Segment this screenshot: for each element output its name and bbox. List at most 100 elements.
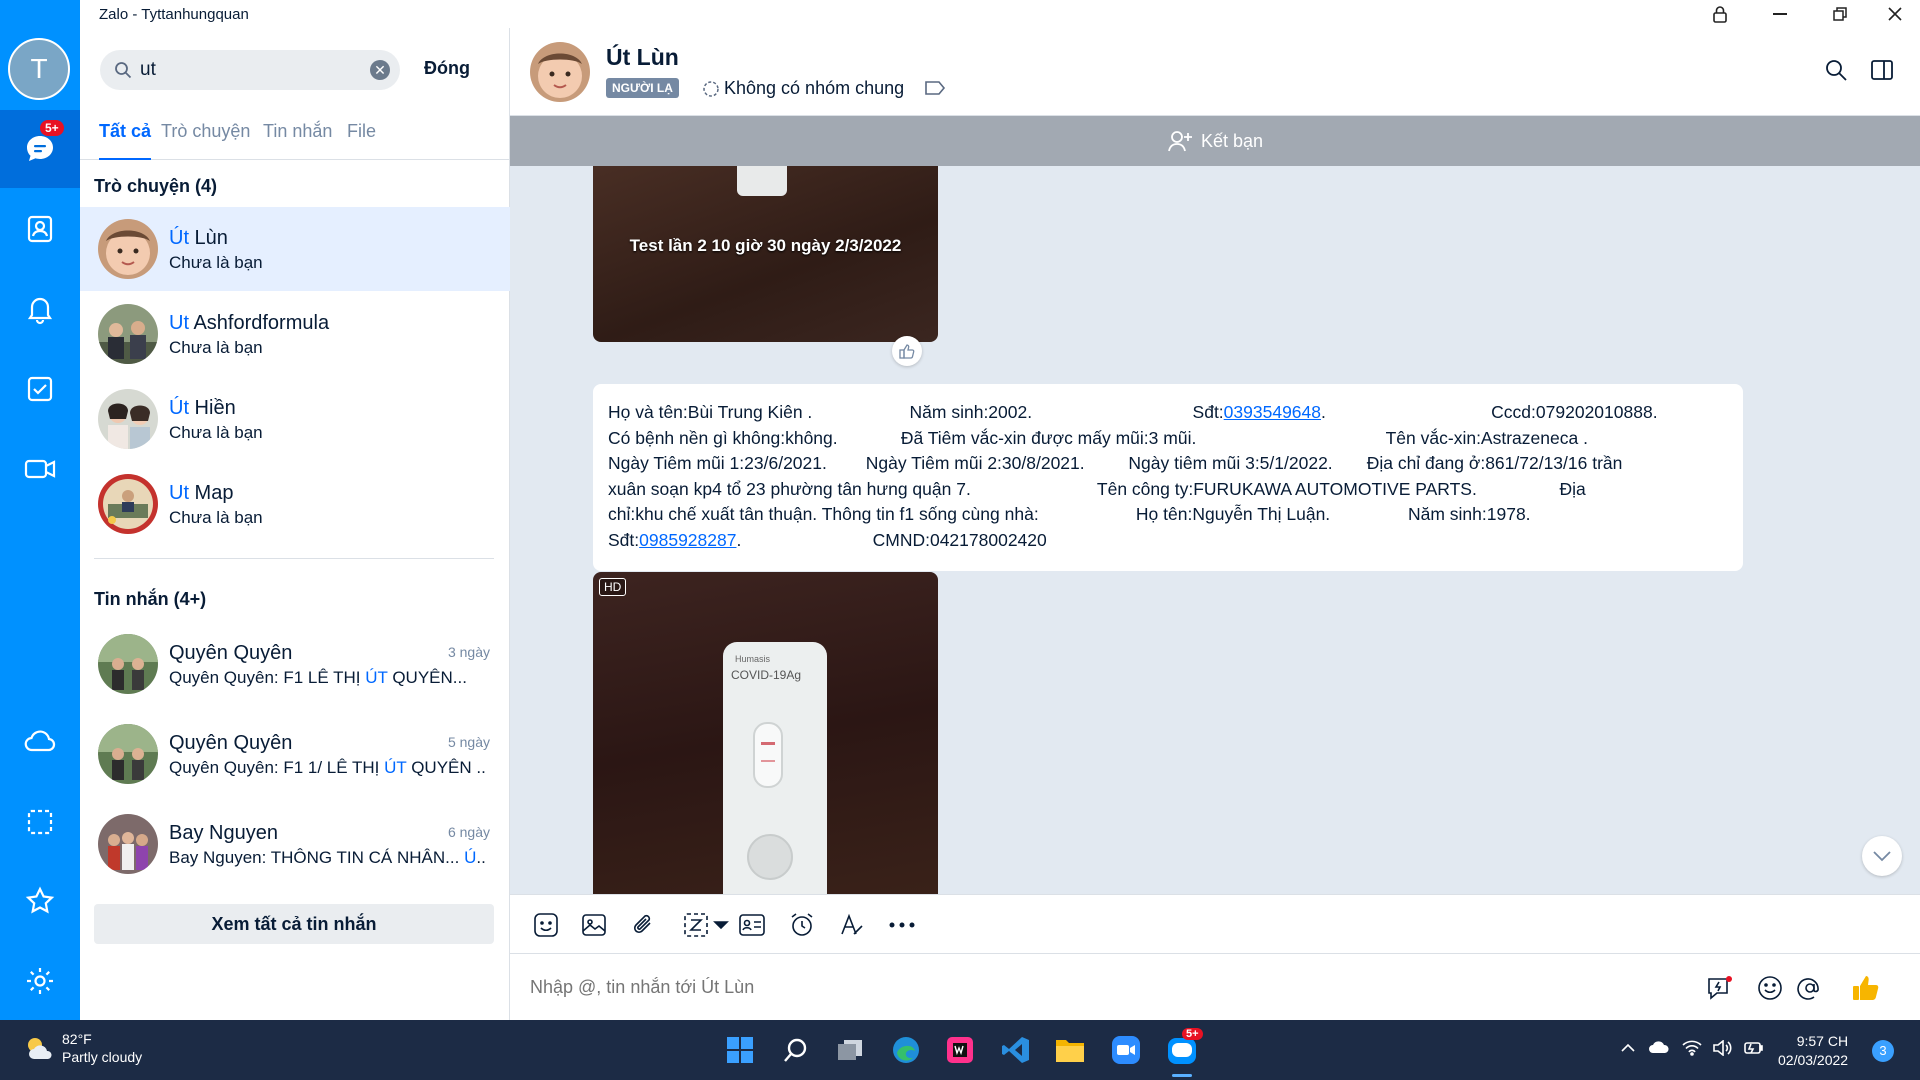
conversation-item[interactable]: Út Hiền Chưa là bạn [80, 377, 510, 461]
system-clock[interactable]: 9:57 CH 02/03/2022 [1778, 1032, 1848, 1070]
task-view-button[interactable] [830, 1030, 870, 1070]
nav-notifications[interactable] [0, 270, 80, 348]
message-time: 3 ngày [447, 644, 490, 660]
onedrive-icon[interactable] [1648, 1040, 1670, 1059]
conversation-item[interactable]: Ut Ashfordformula Chưa là bạn [80, 292, 510, 376]
nav-screenshot[interactable] [0, 783, 80, 861]
message-result-item[interactable]: Quyên Quyên 3 ngày Quyên Quyên: F1 LÊ TH… [80, 622, 510, 706]
nav-messages[interactable]: 5+ [0, 110, 80, 188]
avatar [98, 389, 158, 449]
checkbox-icon [27, 376, 53, 402]
chat-search-icon[interactable] [1824, 58, 1848, 87]
restore-button[interactable] [1817, 0, 1863, 28]
send-like-button[interactable] [1850, 972, 1882, 1004]
more-options-button[interactable] [886, 909, 918, 941]
image-message[interactable]: Test lần 2 10 giờ 30 ngày 2/3/2022 [593, 166, 938, 342]
nav-video[interactable] [0, 430, 80, 508]
cloud-icon [24, 730, 56, 752]
tab-files[interactable]: File [347, 120, 376, 160]
vscode-icon [1002, 1037, 1029, 1063]
phone-link[interactable]: 0393549648 [1224, 402, 1321, 422]
conversation-item[interactable]: Ut Map Chưa là bạn [80, 462, 510, 546]
avatar [98, 304, 158, 364]
quick-message-icon [1708, 976, 1732, 1000]
conversation-name: Út Hiền [169, 397, 236, 419]
message-input[interactable] [530, 972, 1630, 1002]
add-user-icon [1168, 131, 1192, 152]
nav-todo[interactable] [0, 350, 80, 428]
message-snippet: Quyên Quyên: F1 LÊ THỊ ÚT QUYÊN... [169, 668, 467, 687]
quick-message-button[interactable] [1704, 972, 1736, 1004]
avatar [98, 634, 158, 694]
lock-button[interactable] [1697, 0, 1743, 28]
nav-settings[interactable] [0, 942, 80, 1020]
edge-app[interactable] [886, 1030, 926, 1070]
wifi-icon[interactable] [1682, 1040, 1702, 1061]
nav-contacts[interactable] [0, 190, 80, 268]
search-input[interactable] [140, 59, 360, 81]
webstorm-app[interactable] [940, 1030, 980, 1070]
sticker-button[interactable] [530, 909, 562, 941]
vscode-app[interactable] [996, 1030, 1036, 1070]
common-groups[interactable]: Không có nhóm chung [702, 78, 904, 99]
send-contact-card-button[interactable] [736, 909, 768, 941]
volume-icon[interactable] [1712, 1039, 1732, 1061]
react-like-button[interactable] [892, 336, 922, 366]
toggle-info-panel-icon[interactable] [1870, 58, 1894, 87]
send-image-button[interactable] [578, 909, 610, 941]
chat-avatar[interactable] [530, 42, 590, 102]
weather-widget[interactable]: 82°F Partly cloudy [24, 1030, 142, 1066]
message-snippet: Bay Nguyen: THÔNG TIN CÁ NHÂN... Ú... [169, 848, 487, 867]
message-result-item[interactable]: Quyên Quyên 5 ngày Quyên Quyên: F1 1/ LÊ… [80, 712, 510, 796]
task-view-icon [838, 1040, 862, 1060]
phone-link[interactable]: 0985928287 [639, 530, 736, 550]
image-message[interactable]: HD Humasis COVID-19Ag [593, 572, 938, 894]
message-snippet: Quyên Quyên: F1 1/ LÊ THỊ ÚT QUYÊN ... [169, 758, 487, 777]
text-format-button[interactable] [836, 909, 868, 941]
reminder-button[interactable] [786, 909, 818, 941]
messages-heading: Tin nhắn (4+) [94, 589, 207, 609]
start-button[interactable] [720, 1030, 760, 1070]
zoom-icon [1112, 1036, 1140, 1064]
clear-search-icon[interactable]: ✕ [370, 60, 390, 80]
message-composer [510, 954, 1920, 1020]
taskbar-search[interactable] [776, 1030, 816, 1070]
screenshot-button[interactable] [678, 909, 738, 941]
message-result-item[interactable]: Bay Nguyen 6 ngày Bay Nguyen: THÔNG TIN … [80, 802, 510, 886]
file-explorer-app[interactable] [1050, 1030, 1090, 1070]
gear-icon [27, 968, 53, 994]
at-sign-icon [1797, 978, 1819, 1000]
profile-avatar[interactable]: T [8, 38, 70, 100]
close-search-button[interactable]: Đóng [424, 58, 470, 79]
text-message[interactable]: Họ và tên:Bùi Trung Kiên . Năm sinh:2002… [593, 384, 1743, 571]
conversation-item[interactable]: Út Lùn Chưa là bạn [80, 207, 510, 291]
tag-icon[interactable] [924, 80, 946, 101]
nav-favorites[interactable] [0, 862, 80, 940]
minimize-button[interactable] [1757, 0, 1803, 28]
nav-cloud[interactable] [0, 703, 80, 781]
show-hidden-icons[interactable] [1620, 1040, 1636, 1058]
tab-conversations[interactable]: Trò chuyện [161, 120, 250, 160]
zalo-badge: 5+ [1182, 1028, 1203, 1040]
view-all-messages-button[interactable]: Xem tất cả tin nhắn [94, 904, 494, 944]
message-time: 6 ngày [447, 824, 490, 840]
message-time: 5 ngày [447, 734, 490, 750]
tab-messages[interactable]: Tin nhắn [263, 120, 332, 160]
partly-cloudy-icon [28, 1038, 52, 1059]
contact-card-icon [739, 914, 765, 936]
chat-name[interactable]: Út Lùn [606, 44, 679, 71]
emoji-button[interactable] [1754, 972, 1786, 1004]
battery-icon[interactable] [1742, 1040, 1764, 1061]
add-friend-bar[interactable]: Kết bạn [510, 116, 1920, 166]
scroll-to-bottom-button[interactable] [1862, 836, 1902, 876]
message-line: Sđt:0985928287. CMND:042178002420 [608, 529, 1047, 550]
zoom-app[interactable] [1106, 1030, 1146, 1070]
close-window-button[interactable] [1872, 0, 1918, 28]
zalo-app[interactable]: 5+ [1162, 1028, 1203, 1077]
attach-file-button[interactable] [628, 909, 660, 941]
tab-all[interactable]: Tất cả [99, 120, 152, 160]
mention-button[interactable] [1794, 972, 1826, 1004]
avatar [98, 814, 158, 874]
chat-icon [27, 136, 53, 161]
notification-count[interactable]: 3 [1872, 1040, 1894, 1062]
